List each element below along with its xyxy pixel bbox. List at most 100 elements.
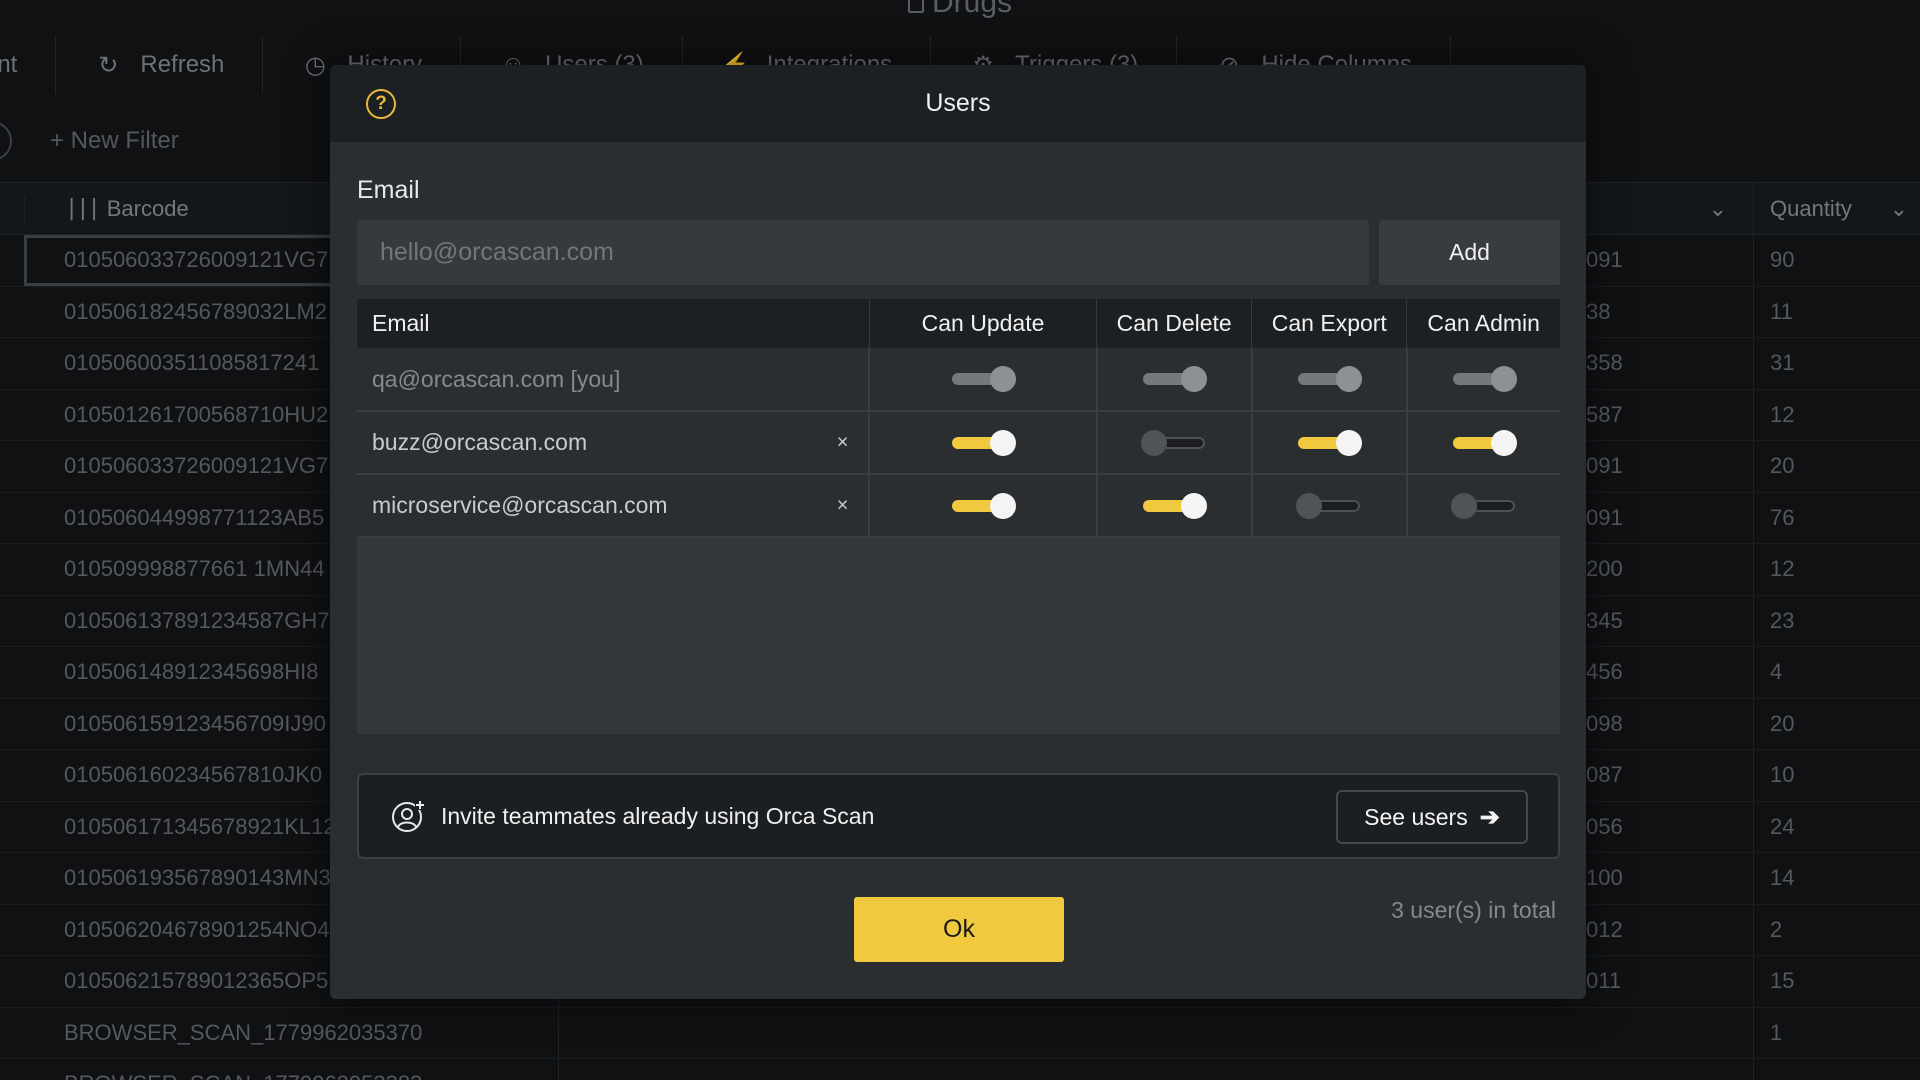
grid-cell[interactable]: 100 (1586, 853, 1753, 904)
column-header-email: Email (357, 299, 870, 348)
user-row: buzz@orcascan.com × (357, 411, 1560, 475)
grid-cell[interactable]: 200 (1586, 544, 1753, 595)
user-email: qa@orcascan.com [you] (372, 365, 621, 392)
quantity-cell[interactable]: 20 (1753, 698, 1920, 749)
quantity-cell[interactable]: 90 (1753, 235, 1920, 286)
user-email-cell: microservice@orcascan.com × (357, 474, 871, 538)
quantity-cell[interactable] (1753, 1059, 1920, 1080)
remove-user-icon[interactable]: × (837, 494, 849, 517)
quantity-cell[interactable]: 4 (1753, 647, 1920, 698)
email-input[interactable] (357, 220, 1369, 285)
grid-cell[interactable] (1586, 1059, 1753, 1080)
quantity-cell[interactable]: 1 (1753, 1007, 1920, 1058)
grid-cell[interactable]: 345 (1586, 596, 1753, 647)
history-icon: ◷ (304, 51, 326, 79)
toggle-knob (1336, 366, 1363, 392)
permission-cell (869, 474, 1098, 538)
toolbar-refresh[interactable]: ↻ Refresh (56, 36, 264, 94)
users-table: Email Can Update Can Delete Can Export C… (357, 299, 1560, 538)
remove-user-icon[interactable]: × (837, 431, 849, 454)
quantity-cell[interactable]: 31 (1753, 338, 1920, 389)
filter-toggle[interactable] (0, 121, 12, 161)
permission-cell (869, 411, 1098, 475)
toggle-can-export[interactable] (1296, 429, 1363, 457)
ok-button[interactable]: Ok (854, 897, 1064, 962)
quantity-cell[interactable]: 11 (1753, 286, 1920, 337)
toggle-knob (1296, 492, 1323, 519)
quantity-cell[interactable]: 12 (1753, 544, 1920, 595)
permission-cell (1406, 411, 1560, 475)
toggle-can-admin[interactable] (1451, 429, 1517, 457)
grid-cell[interactable]: 011 (1586, 956, 1753, 1007)
toggle-knob (1336, 429, 1363, 456)
quantity-cell[interactable]: 2 (1753, 904, 1920, 955)
user-email: microservice@orcascan.com (372, 492, 668, 518)
grid-cell[interactable]: 38 (1586, 287, 1753, 338)
toggle-can-update (950, 365, 1017, 393)
toolbar-print[interactable]: Print (0, 36, 57, 94)
quantity-cell[interactable]: 14 (1753, 853, 1920, 904)
refresh-icon: ↻ (98, 51, 119, 79)
user-count: 3 user(s) in total (1391, 897, 1556, 923)
grid-cell[interactable]: 358 (1586, 338, 1753, 389)
see-users-button[interactable]: See users ➔ (1336, 790, 1528, 844)
quantity-cell[interactable]: 24 (1753, 801, 1920, 852)
dialog-title: Users (925, 89, 991, 117)
toggle-knob (1450, 492, 1477, 519)
barcode-icon: ||| (65, 196, 101, 221)
arrow-right-icon: ➔ (1479, 803, 1500, 831)
quantity-cell[interactable]: 20 (1753, 441, 1920, 492)
dialog-footer: Ok 3 user(s) in total (357, 897, 1560, 963)
chevron-down-icon: ⌄ (1889, 196, 1908, 221)
toggle-knob (1490, 429, 1517, 456)
table-row[interactable]: BROWSER_SCAN_1779962053383 (0, 1059, 1920, 1080)
permission-cell (1406, 474, 1560, 538)
document-icon (907, 0, 924, 13)
grid-cell[interactable]: 056 (1586, 802, 1753, 853)
quantity-cell[interactable]: 23 (1753, 595, 1920, 646)
toggle-can-update[interactable] (950, 429, 1017, 457)
grid-cell[interactable]: 587 (1586, 390, 1753, 441)
toggle-can-delete (1141, 365, 1208, 393)
toggle-can-export (1296, 365, 1363, 393)
column-header-can-export: Can Export (1251, 299, 1408, 348)
barcode-cell[interactable]: BROWSER_SCAN_1779962035370 (24, 1007, 559, 1058)
grid-cell[interactable]: 087 (1586, 750, 1753, 801)
toggle-can-update[interactable] (950, 492, 1017, 520)
quantity-cell[interactable]: 10 (1753, 750, 1920, 801)
grid-cell[interactable]: 098 (1586, 699, 1753, 750)
grid-cell[interactable]: 456 (1586, 647, 1753, 698)
user-row: microservice@orcascan.com × (357, 474, 1560, 538)
users-table-body: qa@orcascan.com [you] buzz@orcascan.com × m… (357, 348, 1560, 538)
grid-cell[interactable]: 091 (1586, 493, 1753, 544)
help-icon[interactable]: ? (366, 89, 396, 119)
column-header-can-delete: Can Delete (1096, 299, 1253, 348)
barcode-cell[interactable]: BROWSER_SCAN_1779962053383 (24, 1059, 559, 1080)
add-user-icon (392, 800, 425, 832)
toggle-can-delete[interactable] (1141, 429, 1207, 457)
toggle-can-export[interactable] (1296, 492, 1362, 520)
quantity-cell[interactable]: 15 (1753, 956, 1920, 1007)
quantity-cell[interactable]: 76 (1753, 492, 1920, 543)
toggle-can-admin[interactable] (1450, 492, 1517, 520)
grid-cell[interactable] (1586, 1008, 1753, 1059)
permission-cell (869, 348, 1098, 412)
toggle-can-admin (1451, 365, 1517, 393)
toggle-knob (990, 492, 1017, 519)
toggle-knob (1141, 429, 1168, 456)
grid-cell[interactable]: 091 (1586, 441, 1753, 492)
add-button[interactable]: Add (1379, 220, 1560, 285)
grid-cell[interactable]: 091 (1586, 235, 1753, 286)
column-header-quantity[interactable]: Quantity ⌄ (1753, 183, 1920, 235)
toggle-knob (1490, 366, 1517, 392)
permission-cell (1096, 348, 1253, 412)
add-user-row: Add (357, 220, 1560, 285)
table-row[interactable]: BROWSER_SCAN_1779962035370 1 (0, 1007, 1920, 1059)
quantity-cell[interactable]: 12 (1753, 389, 1920, 440)
toggle-can-delete[interactable] (1141, 492, 1208, 520)
new-filter-button[interactable]: + New Filter (50, 127, 179, 155)
user-email-cell: buzz@orcascan.com × (357, 411, 871, 475)
grid-cell[interactable]: 012 (1586, 905, 1753, 956)
permission-cell (1406, 348, 1560, 412)
user-email: buzz@orcascan.com (372, 429, 588, 455)
